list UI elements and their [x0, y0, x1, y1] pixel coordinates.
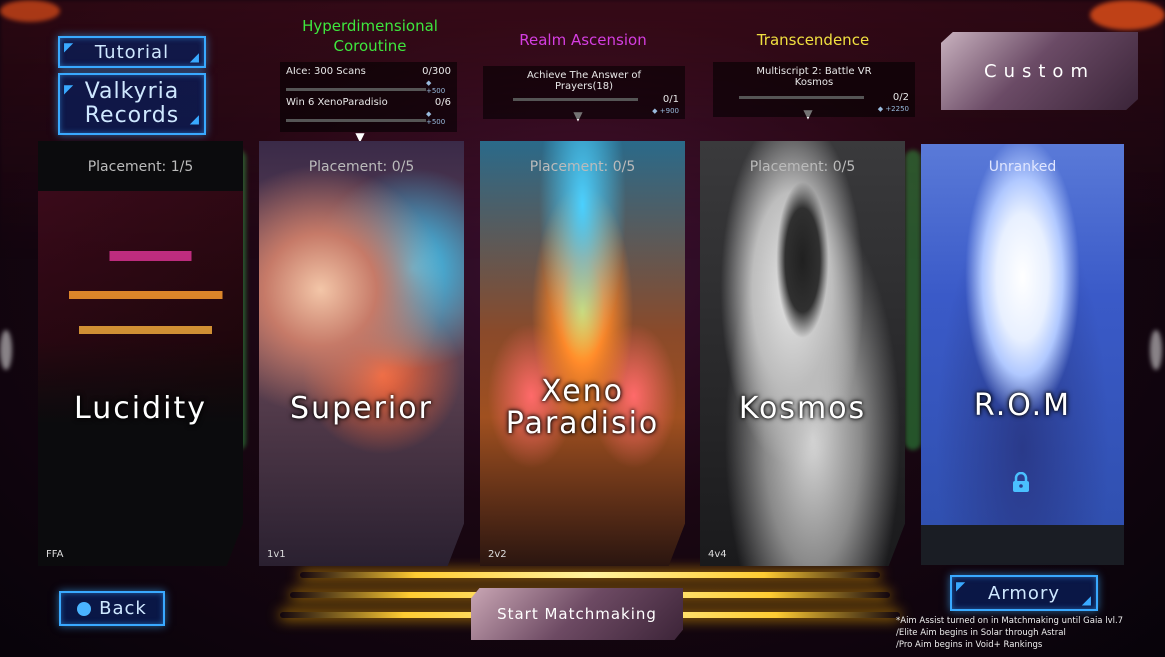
challenge-tasks: Achieve The Answer of Prayers(18) 0/1 ◆ … [483, 66, 685, 119]
challenge-tasks: Multiscript 2: Battle VR Kosmos 0/2 ◆ +2… [713, 62, 915, 117]
mode-art [259, 141, 464, 566]
progress-bar [513, 98, 638, 101]
task-progress: 0/1 [662, 94, 679, 105]
task-progress: 0/6 [434, 97, 451, 108]
rom-card-footer [921, 525, 1124, 565]
mode-art [480, 141, 685, 566]
records-label-line1: Valkyria [84, 79, 180, 104]
mode-name: Lucidity [74, 391, 207, 426]
placement-label: Placement: 0/5 [529, 159, 636, 175]
task-progress: 0/300 [422, 66, 451, 77]
mode-card-kosmos[interactable]: Placement: 0/5 Kosmos 4v4 [700, 141, 905, 566]
start-matchmaking-button[interactable]: Start Matchmaking [471, 588, 683, 640]
mode-name: R.O.M [973, 388, 1072, 423]
back-label: Back [99, 598, 147, 619]
challenge-title: Transcendence [756, 31, 870, 49]
stage-light [300, 572, 880, 578]
valkyria-records-button[interactable]: ◤ Valkyria Records ◢ [58, 73, 206, 135]
mode-card-superior[interactable]: Placement: 0/5 Superior 1v1 [259, 141, 464, 566]
mode-card-lucidity[interactable]: Placement: 1/5 Lucidity FFA [38, 141, 243, 566]
mode-name: Superior [290, 391, 433, 426]
mode-name: Kosmos [738, 391, 867, 426]
chevron-down-icon: ▼ [355, 130, 365, 144]
corner-right-icon: ◢ [1081, 593, 1092, 607]
mode-art [921, 144, 1124, 525]
challenge-tasks: AIce: 300 Scans 0/300 ◆ +500 Win 6 XenoP… [280, 62, 457, 132]
task-label: Multiscript 2: Battle VR Kosmos [756, 66, 872, 88]
gem-icon: ◆ +500 [425, 110, 446, 126]
mode-type: FFA [46, 549, 64, 560]
task-progress-row: 0/1 [489, 94, 679, 105]
corner-left-icon: ◤ [956, 579, 967, 593]
task-label: Win 6 XenoParadisio [286, 97, 388, 108]
corner-right-icon: ◢ [189, 112, 200, 126]
mode-type: 1v1 [267, 549, 286, 560]
back-button[interactable]: Back [59, 591, 165, 626]
task-label: Achieve The Answer of Prayers(18) [526, 70, 642, 92]
progress-bar [286, 119, 426, 122]
mode-name: Xeno Paradisio [505, 374, 660, 441]
task-reward-row: ◆ +500 [286, 110, 451, 126]
placement-label: Placement: 1/5 [87, 159, 194, 175]
task-label: AIce: 300 Scans [286, 66, 366, 77]
gem-icon: ◆ +900 [652, 107, 679, 115]
corner-right-icon: ◢ [189, 50, 200, 64]
challenge-transcendence: Transcendence Multiscript 2: Battle VR K… [713, 16, 915, 120]
tutorial-label: Tutorial [94, 41, 170, 63]
custom-label: Custom [984, 60, 1095, 82]
task-row: Win 6 XenoParadisio 0/6 [286, 97, 451, 108]
challenge-title: Realm Ascension [519, 31, 647, 49]
mode-art [38, 191, 243, 566]
tutorial-button[interactable]: ◤ Tutorial ◢ [58, 36, 206, 68]
progress-bar [286, 88, 426, 91]
placement-label: Unranked [988, 159, 1057, 175]
gem-icon: ◆ +500 [425, 79, 446, 95]
mode-type: 2v2 [488, 549, 507, 560]
aim-assist-footnote: *Aim Assist turned on in Matchmaking unt… [896, 616, 1124, 650]
task-reward-row: ◆ +500 [286, 79, 451, 95]
task-progress-row: 0/2 [719, 92, 909, 103]
placement-label: Placement: 0/5 [749, 159, 856, 175]
mode-card-xeno-paradisio[interactable]: Placement: 0/5 Xeno Paradisio 2v2 [480, 141, 685, 566]
challenge-realm-ascension: Realm Ascension Achieve The Answer of Pr… [483, 16, 685, 122]
start-label: Start Matchmaking [497, 605, 657, 623]
mode-art [700, 141, 905, 566]
challenge-hyperdimensional: Hyperdimensional Coroutine AIce: 300 Sca… [270, 16, 470, 143]
corner-left-icon: ◤ [64, 40, 75, 54]
armory-button[interactable]: ◤ Armory ◢ [950, 575, 1098, 611]
task-row: AIce: 300 Scans 0/300 [286, 66, 451, 77]
custom-button[interactable]: Custom [941, 32, 1138, 110]
lock-icon [1010, 471, 1032, 492]
task-progress: 0/2 [892, 92, 909, 103]
records-label-line2: Records [84, 103, 180, 128]
corner-left-icon: ◤ [64, 82, 75, 96]
mode-type: 4v4 [708, 549, 727, 560]
mode-card-rom[interactable]: Unranked R.O.M [921, 144, 1124, 525]
progress-bar [739, 96, 864, 99]
gem-icon: ◆ +2250 [877, 105, 909, 113]
placement-label: Placement: 0/5 [308, 159, 415, 175]
circle-icon [77, 601, 92, 616]
armory-label: Armory [988, 582, 1060, 604]
challenge-title: Hyperdimensional Coroutine [302, 17, 438, 55]
